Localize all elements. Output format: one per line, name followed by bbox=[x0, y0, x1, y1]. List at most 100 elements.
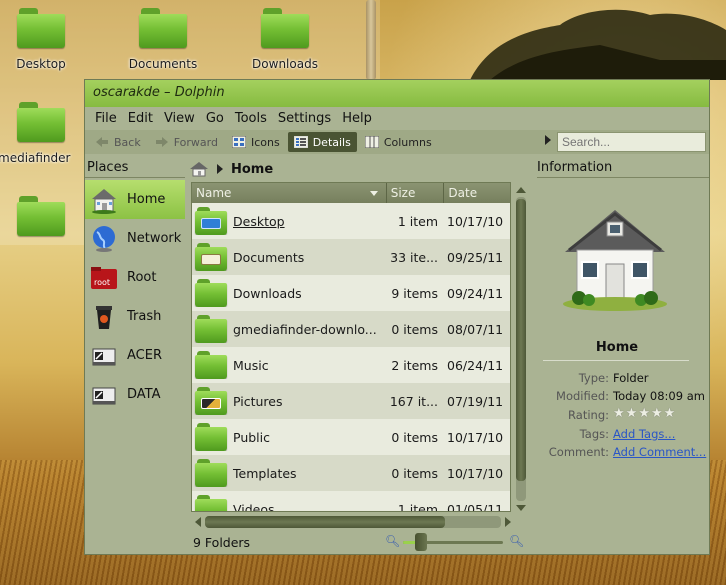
scrollbar-thumb[interactable] bbox=[205, 516, 445, 528]
desktop-folder-icon bbox=[195, 207, 227, 235]
menu-go[interactable]: Go bbox=[202, 111, 231, 126]
place-network[interactable]: Network bbox=[85, 219, 185, 258]
status-text: 9 Folders bbox=[193, 535, 251, 550]
columns-view-icon bbox=[364, 135, 380, 149]
scroll-up-icon[interactable] bbox=[516, 187, 526, 193]
information-divider bbox=[537, 177, 709, 178]
desktop-icon-label: Downloads bbox=[252, 57, 318, 71]
icons-view-button[interactable]: Icons bbox=[226, 132, 286, 152]
star-icon[interactable]: ★ bbox=[613, 407, 625, 422]
file-date: 09/24/11 bbox=[447, 285, 504, 301]
menu-tools[interactable]: Tools bbox=[231, 111, 274, 126]
breadcrumb-current[interactable]: Home bbox=[231, 162, 273, 177]
place-trash[interactable]: Trash bbox=[85, 297, 185, 336]
folder-icon bbox=[195, 315, 227, 343]
back-button[interactable]: Back bbox=[89, 132, 147, 152]
arrow-right-icon bbox=[155, 136, 169, 148]
window-titlebar[interactable]: oscarakde – Dolphin bbox=[85, 80, 709, 107]
menu-view[interactable]: View bbox=[160, 111, 202, 126]
scrollbar-thumb[interactable] bbox=[516, 199, 526, 481]
details-view-label: Details bbox=[312, 135, 351, 149]
desktop-icon-label: Desktop bbox=[16, 57, 66, 71]
file-row-documents[interactable]: Documents 33 ite... 09/25/11 bbox=[192, 239, 510, 275]
file-date: 10/17/10 bbox=[447, 429, 504, 445]
place-label: ACER bbox=[127, 348, 162, 363]
star-icon[interactable]: ★ bbox=[664, 407, 676, 422]
file-row-music[interactable]: Music 2 items 06/24/11 bbox=[192, 347, 510, 383]
scroll-left-icon[interactable] bbox=[195, 517, 201, 527]
vertical-scrollbar[interactable] bbox=[512, 185, 528, 513]
file-row-templates[interactable]: Templates 0 items 10/17/10 bbox=[192, 455, 510, 491]
file-row-gmediafinder[interactable]: gmediafinder-downlo... 0 items 08/07/11 bbox=[192, 311, 510, 347]
place-label: Home bbox=[127, 192, 166, 207]
toolbar: Back Forward Icons Details Columns bbox=[85, 130, 709, 154]
file-name: Public bbox=[233, 429, 270, 445]
place-root[interactable]: root Root bbox=[85, 258, 185, 297]
menu-help[interactable]: Help bbox=[338, 111, 379, 126]
zoom-slider[interactable]: 🔍︎ 🔍︎ bbox=[385, 533, 525, 551]
file-list: Name Size Date Desktop 1 item 10/17/10 D… bbox=[191, 182, 511, 512]
arrow-left-icon bbox=[95, 136, 109, 148]
column-name[interactable]: Name bbox=[192, 183, 387, 203]
menubar: File Edit View Go Tools Settings Help bbox=[85, 107, 709, 130]
file-name: Templates bbox=[233, 465, 297, 481]
file-size: 1 item bbox=[397, 501, 438, 512]
toolbar-overflow-icon[interactable] bbox=[545, 135, 551, 145]
root-folder-icon: root bbox=[89, 263, 119, 293]
desktop-icon-folder[interactable] bbox=[0, 196, 96, 239]
desktop-icon-downloads[interactable]: Downloads bbox=[230, 8, 340, 71]
add-tags-link[interactable]: Add Tags... bbox=[613, 427, 675, 441]
column-size[interactable]: Size bbox=[387, 183, 445, 203]
information-panel-title: Information bbox=[537, 160, 613, 175]
pictures-folder-icon bbox=[195, 387, 227, 415]
desktop-icon-mediafinder[interactable]: mediafinder bbox=[0, 102, 96, 165]
menu-settings[interactable]: Settings bbox=[274, 111, 338, 126]
column-date[interactable]: Date bbox=[444, 183, 510, 203]
file-date: 01/05/11 bbox=[447, 501, 504, 512]
file-size: 0 items bbox=[391, 321, 438, 337]
file-row-downloads[interactable]: Downloads 9 items 09/24/11 bbox=[192, 275, 510, 311]
zoom-out-icon[interactable]: 🔍︎ bbox=[385, 534, 400, 548]
star-icon[interactable]: ★ bbox=[651, 407, 663, 422]
icons-view-icon bbox=[231, 135, 247, 149]
place-acer[interactable]: ACER bbox=[85, 336, 185, 375]
desktop-icon-desktop[interactable]: Desktop bbox=[0, 8, 96, 71]
columns-view-label: Columns bbox=[383, 135, 432, 149]
file-row-public[interactable]: Public 0 items 10/17/10 bbox=[192, 419, 510, 455]
details-view-button[interactable]: Details bbox=[287, 132, 357, 152]
zoom-handle[interactable] bbox=[415, 533, 427, 551]
columns-view-button[interactable]: Columns bbox=[359, 132, 438, 152]
search-input[interactable] bbox=[557, 132, 706, 152]
zoom-in-icon[interactable]: 🔍︎ bbox=[509, 534, 524, 548]
add-comment-link[interactable]: Add Comment... bbox=[613, 445, 706, 459]
file-row-desktop[interactable]: Desktop 1 item 10/17/10 bbox=[192, 203, 510, 239]
rating-stars[interactable]: ★ ★ ★ ★ ★ bbox=[613, 407, 676, 422]
folderview-handle[interactable] bbox=[366, 0, 376, 80]
place-home[interactable]: Home bbox=[85, 180, 185, 219]
file-size: 0 items bbox=[391, 465, 438, 481]
drive-icon bbox=[89, 380, 119, 410]
menu-file[interactable]: File bbox=[91, 111, 124, 126]
desktop-icon-documents[interactable]: Documents bbox=[108, 8, 218, 71]
menu-edit[interactable]: Edit bbox=[124, 111, 160, 126]
horizontal-scrollbar[interactable] bbox=[193, 514, 513, 528]
info-modified: Modified: Today 08:09 am bbox=[556, 389, 705, 403]
file-row-videos[interactable]: Videos 1 item 01/05/11 bbox=[192, 491, 510, 512]
forward-button[interactable]: Forward bbox=[149, 132, 224, 152]
forward-label: Forward bbox=[173, 135, 218, 149]
star-icon[interactable]: ★ bbox=[638, 407, 650, 422]
file-date: 07/19/11 bbox=[447, 393, 504, 409]
file-size: 167 it... bbox=[389, 393, 438, 409]
place-data[interactable]: DATA bbox=[85, 375, 185, 414]
folder-icon bbox=[139, 8, 187, 48]
star-icon[interactable]: ★ bbox=[626, 407, 638, 422]
scroll-right-icon[interactable] bbox=[505, 517, 511, 527]
file-row-pictures[interactable]: Pictures 167 it... 07/19/11 bbox=[192, 383, 510, 419]
folder-icon bbox=[195, 459, 227, 487]
home-icon[interactable] bbox=[189, 161, 209, 177]
scroll-down-icon[interactable] bbox=[516, 505, 526, 511]
breadcrumb-separator-icon bbox=[217, 164, 223, 174]
information-name: Home bbox=[595, 340, 639, 355]
file-date: 10/17/10 bbox=[447, 465, 504, 481]
breadcrumb: Home bbox=[189, 159, 273, 179]
